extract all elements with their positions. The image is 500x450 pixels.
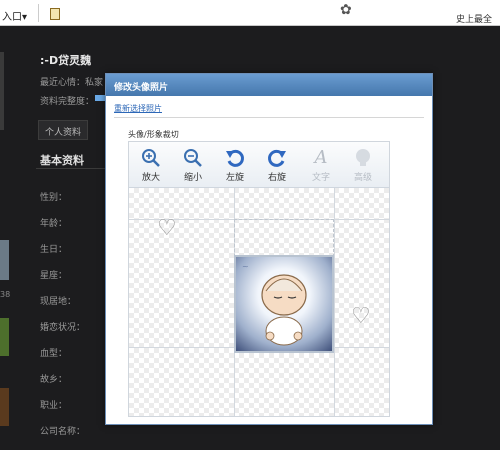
field-gender: 性别： bbox=[40, 193, 68, 203]
profile-completion: 资料完整度： bbox=[40, 97, 95, 107]
rotate-left-button[interactable]: 左旋 bbox=[215, 146, 255, 186]
profile-avatar bbox=[0, 52, 4, 130]
zoom-in-label: 放大 bbox=[141, 173, 160, 183]
svg-text:~: ~ bbox=[242, 262, 249, 271]
zoom-in-button[interactable]: 放大 bbox=[131, 146, 171, 186]
advanced-icon bbox=[343, 146, 383, 170]
heart-decoration-icon: ♡ bbox=[351, 304, 371, 329]
dialog-divider bbox=[114, 117, 424, 118]
zoom-out-label: 缩小 bbox=[183, 173, 202, 183]
section-divider bbox=[36, 168, 106, 169]
field-hometown: 故乡： bbox=[40, 375, 68, 385]
friend-count: 38 bbox=[0, 290, 11, 299]
browser-toolbar: 入口▾ ✿ 史上最全 bbox=[0, 0, 500, 26]
rotate-right-label: 右旋 bbox=[267, 173, 286, 183]
zoom-out-icon bbox=[173, 146, 213, 170]
section-title: 基本资料 bbox=[40, 154, 84, 167]
field-residence: 现居地： bbox=[40, 297, 77, 307]
reselect-photo-link[interactable]: 重新选择照片 bbox=[114, 103, 162, 114]
friend-thumb[interactable] bbox=[0, 240, 9, 280]
edit-avatar-dialog: 修改头像照片 重新选择照片 头像/形象裁切 放大 缩小 左旋 右旋 A 文字 高… bbox=[105, 73, 433, 425]
cartoon-character-image: ~ bbox=[242, 262, 307, 346]
text-icon: A bbox=[314, 147, 328, 168]
dialog-title: 修改头像照片 bbox=[106, 74, 432, 96]
document-icon[interactable] bbox=[50, 8, 60, 20]
entry-menu[interactable]: 入口▾ bbox=[2, 8, 27, 23]
rotate-left-label: 左旋 bbox=[225, 173, 244, 183]
crop-canvas[interactable]: ♡ ♡ ~ bbox=[129, 188, 389, 416]
profile-mood: 最近心情：私家 bbox=[40, 78, 104, 88]
advanced-button[interactable]: 高级 bbox=[343, 146, 383, 186]
field-company: 公司名称： bbox=[40, 427, 86, 437]
crop-guide bbox=[334, 188, 335, 416]
field-zodiac: 星座： bbox=[40, 271, 68, 281]
field-age: 年龄： bbox=[40, 219, 68, 229]
rotate-left-icon bbox=[215, 146, 255, 170]
completion-bar bbox=[95, 95, 105, 101]
zoom-in-icon bbox=[131, 146, 171, 170]
field-blood: 血型： bbox=[40, 349, 68, 359]
rotate-right-icon bbox=[257, 146, 297, 170]
tab-personal-info[interactable]: 个人资料 bbox=[38, 120, 89, 140]
rotate-right-button[interactable]: 右旋 bbox=[257, 146, 297, 186]
heart-decoration-icon: ♡ bbox=[157, 216, 177, 241]
editor-toolbar: 放大 缩小 左旋 右旋 A 文字 高级 bbox=[129, 142, 389, 188]
toolbar-divider bbox=[38, 4, 39, 22]
field-birthday: 生日： bbox=[40, 245, 68, 255]
field-job: 职业： bbox=[40, 401, 68, 411]
text-button[interactable]: A 文字 bbox=[301, 146, 341, 186]
field-marital: 婚恋状况： bbox=[40, 323, 86, 333]
text-label: 文字 bbox=[311, 173, 330, 183]
advanced-label: 高级 bbox=[353, 173, 372, 183]
tagline: 史上最全 bbox=[455, 15, 492, 25]
avatar-photo[interactable]: ~ bbox=[234, 255, 334, 353]
profile-name: :-D贷灵魏 bbox=[40, 54, 92, 67]
friend-thumb[interactable] bbox=[0, 388, 9, 426]
zoom-out-button[interactable]: 缩小 bbox=[173, 146, 213, 186]
crop-label: 头像/形象裁切 bbox=[128, 130, 179, 139]
friend-thumb[interactable] bbox=[0, 318, 9, 356]
cat-mascot-icon: ✿ bbox=[340, 2, 352, 18]
avatar-editor: 放大 缩小 左旋 右旋 A 文字 高级 ♡ ♡ ~ bbox=[128, 141, 390, 417]
